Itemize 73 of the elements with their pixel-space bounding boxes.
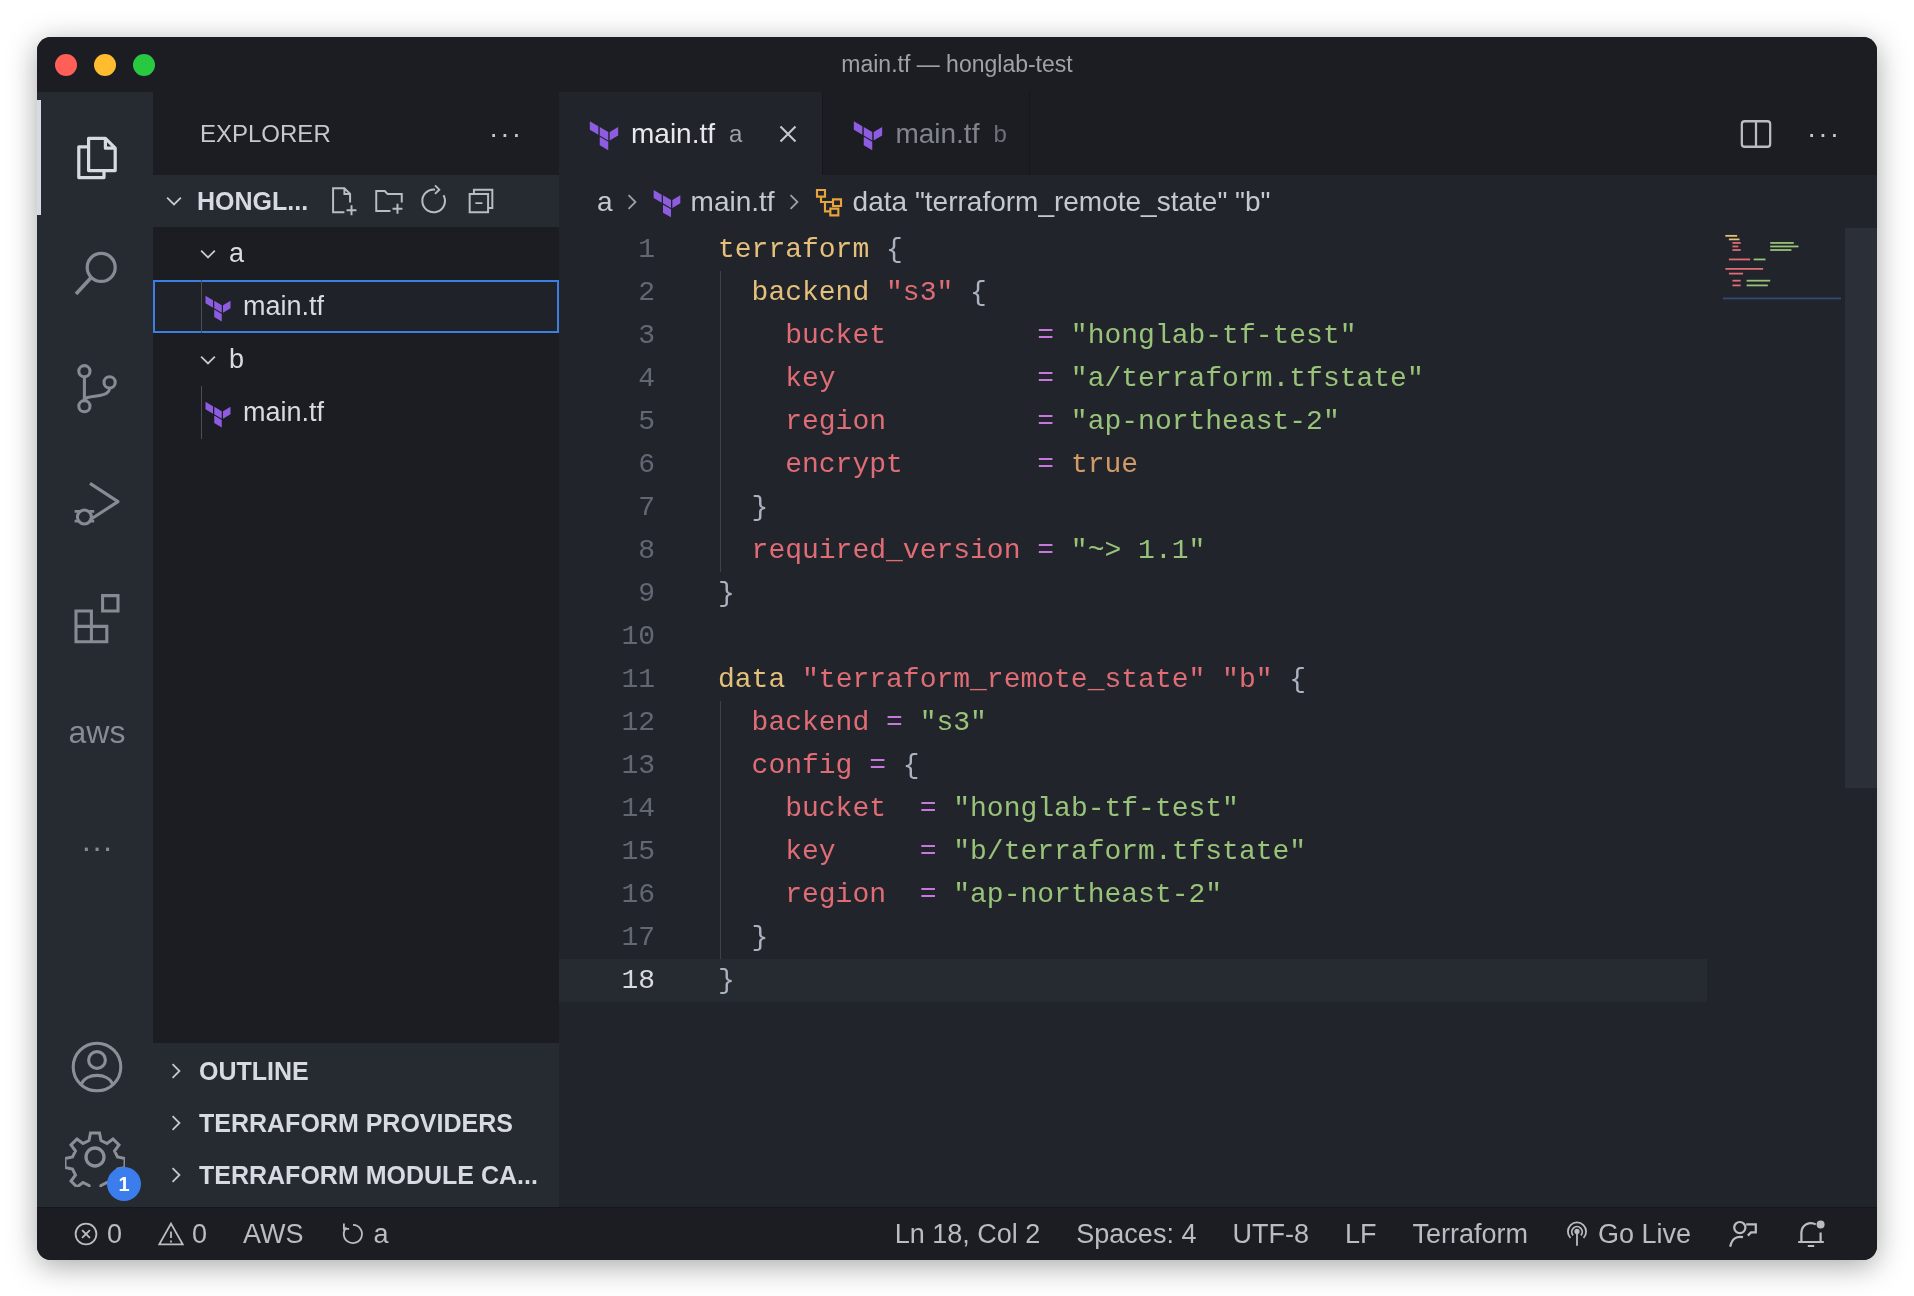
window-title: main.tf — honglab-test [841,51,1073,78]
line-number: 4 [637,363,655,394]
line-number: 2 [637,277,655,308]
breadcrumb-item[interactable]: main.tf [690,185,775,218]
line-number: 10 [620,621,655,652]
status-item[interactable]: Ln 18, Col 2 [894,1218,1041,1250]
file-item[interactable]: main.tf [153,280,559,333]
code-line: key = "b/terraform.tfstate" [784,836,1307,867]
code-line: encrypt = true [784,449,1139,480]
warning-icon [158,1221,185,1247]
error-icon [73,1221,99,1247]
status-item[interactable]: AWS [243,1218,304,1250]
line-number: 7 [637,492,655,523]
code-line: bucket = "honglab-tf-test" [784,793,1239,824]
status-item[interactable]: a [339,1218,389,1250]
code-line: backend "s3" { [750,277,987,308]
line-number: 16 [620,879,655,910]
file-item[interactable]: main.tf [153,386,559,439]
sidebar-title: EXPLORER [200,119,331,148]
notification-badge: 1 [107,1167,141,1201]
code-line: region = "ap-northeast-2" [784,879,1223,910]
line-number: 9 [637,578,655,609]
zoom-window-button[interactable] [133,53,155,76]
panel-section-header[interactable]: TERRAFORM PROVIDERS [153,1097,559,1149]
line-number: 6 [637,449,655,480]
line-number: 17 [620,922,655,953]
more-actions-button[interactable]: ··· [489,117,523,150]
minimize-window-button[interactable] [94,53,116,76]
folder-item[interactable]: a [153,227,559,280]
panel-section-header[interactable]: OUTLINE [153,1045,559,1097]
line-number: 3 [637,320,655,351]
code-line: } [718,578,735,609]
code-line: } [718,965,735,996]
activity-item[interactable]: aws [37,675,153,790]
scrollbar-thumb[interactable] [1845,228,1877,788]
code-line: } [750,492,769,523]
line-number: 5 [637,406,655,437]
editor-tab[interactable]: main.tf b [823,92,1030,175]
status-item[interactable]: 0 [73,1218,123,1250]
panel-section-header[interactable]: TERRAFORM MODULE CA... [153,1149,559,1201]
line-number: 15 [620,836,655,867]
status-item[interactable]: 0 [158,1218,208,1250]
code-line: key = "a/terraform.tfstate" [784,363,1424,394]
editor-tab[interactable]: main.tf a [559,92,824,175]
code-line: } [750,922,769,953]
status-item[interactable]: LF [1344,1218,1377,1250]
status-item[interactable]: UTF-8 [1232,1218,1309,1250]
line-number: 12 [620,707,655,738]
code-line: data "terraform_remote_state" "b" { [718,664,1307,695]
code-line: required_version = "~> 1.1" [750,535,1206,566]
close-window-button[interactable] [55,53,77,76]
breadcrumb-item[interactable]: data "terraform_remote_state" "b" [852,185,1271,218]
feedback-icon[interactable] [1727,1218,1759,1250]
code-line: terraform { [718,234,903,265]
code-line: region = "ap-northeast-2" [784,406,1340,437]
line-number: 1 [637,234,655,265]
notification-bell-icon[interactable] [1795,1218,1827,1250]
line-number: 11 [620,664,655,695]
code-line: bucket = "honglab-tf-test" [784,320,1357,351]
line-number: 8 [637,535,655,566]
folder-name[interactable]: HONGL... [197,186,309,216]
code-line: config = { [750,750,920,781]
line-number: 18 [620,965,655,996]
line-number: 14 [620,793,655,824]
line-number: 13 [620,750,655,781]
code-line: backend = "s3" [750,707,987,738]
activity-item[interactable]: ··· [37,790,153,905]
breadcrumb-item[interactable]: a [597,185,613,218]
go-live-button[interactable]: Go Live [1563,1218,1691,1250]
status-item[interactable]: Spaces: 4 [1076,1218,1197,1250]
more-actions-button[interactable]: ··· [1807,117,1841,150]
folder-item[interactable]: b [153,333,559,386]
status-item[interactable]: Terraform [1412,1218,1528,1250]
